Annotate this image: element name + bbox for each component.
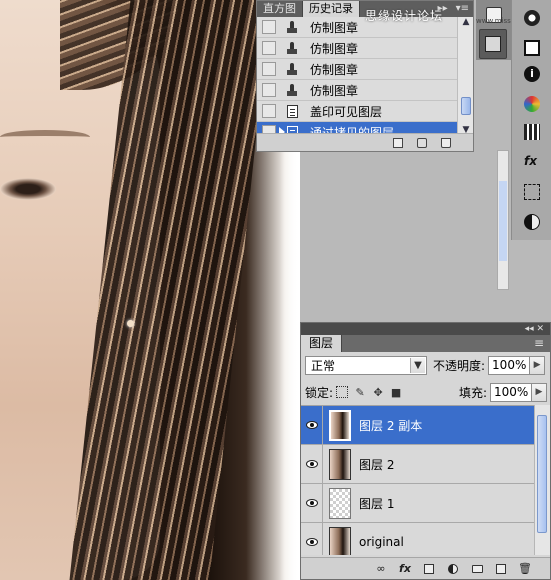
history-scrollbar[interactable]: ▲ ▼ bbox=[457, 17, 473, 135]
earring bbox=[127, 320, 134, 327]
watermark-text: 思缘设计论坛 bbox=[365, 9, 444, 23]
lock-all-icon[interactable]: ■ bbox=[390, 386, 402, 399]
blend-row: 正常 ▼ 不透明度: 100% ▶ bbox=[305, 355, 547, 375]
history-brush-source-checkbox[interactable] bbox=[262, 20, 276, 34]
history-brush-source-checkbox[interactable] bbox=[262, 62, 276, 76]
layer-row[interactable]: original bbox=[301, 522, 534, 555]
history-item-label: 仿制图章 bbox=[310, 62, 359, 77]
lock-move-icon[interactable]: ✥ bbox=[372, 386, 384, 399]
layers-scroll-thumb[interactable] bbox=[537, 415, 547, 533]
lock-label: 锁定: bbox=[305, 385, 334, 400]
trash-icon[interactable]: 🗑 bbox=[518, 562, 532, 576]
scroll-thumb[interactable] bbox=[499, 181, 507, 261]
clone-stamp-icon bbox=[284, 61, 300, 77]
lock-transparent-icon[interactable] bbox=[336, 386, 349, 398]
opacity-slider-toggle-icon[interactable]: ▶ bbox=[530, 355, 546, 375]
history-brush-source-checkbox[interactable] bbox=[262, 41, 276, 55]
layer-name: 图层 2 副本 bbox=[359, 418, 423, 433]
history-item-label: 盖印可见图层 bbox=[310, 104, 383, 119]
fill-label: 填充: bbox=[458, 385, 487, 400]
layer-name: 图层 1 bbox=[359, 496, 395, 511]
layer-row[interactable]: 图层 1 bbox=[301, 483, 534, 523]
fill-input[interactable]: 100% bbox=[490, 382, 532, 402]
layer-thumbnail bbox=[329, 448, 351, 480]
history-item[interactable]: 仿制图章 bbox=[257, 80, 459, 101]
tab-history[interactable]: 历史记录 bbox=[303, 1, 360, 17]
layer-thumbnail bbox=[329, 526, 351, 555]
group-folder-icon[interactable] bbox=[470, 562, 484, 576]
dock-right-column: i fx bbox=[511, 0, 551, 240]
layers-panel: ◂◂ ✕ 图层 ≡ 正常 ▼ 不透明度: 100% ▶ 锁定: ✎ ✥ ■ 填充… bbox=[300, 322, 551, 580]
history-item-label: 仿制图章 bbox=[310, 83, 359, 98]
panel-menu-icon[interactable]: ▾≡ bbox=[452, 1, 473, 17]
history-dock-button[interactable] bbox=[479, 29, 507, 59]
eyebrow bbox=[0, 130, 90, 144]
layer-row[interactable]: 图层 2 bbox=[301, 444, 534, 484]
navigator-icon[interactable] bbox=[520, 6, 544, 30]
opacity-input[interactable]: 100% bbox=[488, 355, 531, 375]
layers-footer: ∞ fx 🗑 bbox=[301, 557, 550, 579]
history-scroll-thumb[interactable] bbox=[461, 97, 471, 115]
layer-name: original bbox=[359, 535, 404, 549]
new-document-from-state-icon[interactable] bbox=[393, 137, 403, 148]
history-list: 仿制图章 仿制图章 仿制图章 仿制图章 盖印可见图层 通过拷贝的图层 bbox=[257, 17, 459, 143]
history-item-label: 仿制图章 bbox=[310, 41, 359, 56]
layer-name: 图层 2 bbox=[359, 457, 395, 472]
trash-icon[interactable] bbox=[441, 137, 451, 148]
layers-tabbar: 图层 ≡ bbox=[301, 335, 550, 352]
layer-row-selected[interactable]: 图层 2 副本 bbox=[301, 406, 534, 445]
link-icon[interactable]: ∞ bbox=[374, 562, 388, 576]
history-item[interactable]: 仿制图章 bbox=[257, 59, 459, 80]
color-icon[interactable]: i bbox=[520, 62, 544, 86]
styles-icon[interactable] bbox=[520, 120, 544, 144]
new-layer-icon[interactable] bbox=[494, 562, 508, 576]
eye bbox=[0, 178, 56, 200]
photo-canvas[interactable] bbox=[0, 0, 300, 580]
tab-histogram[interactable]: 直方图 bbox=[257, 1, 303, 17]
visibility-eye-icon[interactable] bbox=[301, 444, 323, 484]
layer-thumbnail bbox=[329, 487, 351, 519]
clone-stamp-icon bbox=[284, 19, 300, 35]
new-snapshot-icon[interactable] bbox=[417, 137, 427, 148]
layers-list: 图层 2 副本 图层 2 图层 1 original bbox=[301, 405, 534, 555]
transform-icon[interactable] bbox=[520, 180, 544, 204]
lock-row: 锁定: ✎ ✥ ■ 填充: 100% ▶ bbox=[305, 382, 547, 402]
opacity-label: 不透明度: bbox=[433, 358, 486, 373]
panel-menu-icon[interactable]: ≡ bbox=[528, 335, 550, 352]
adjustment-icon[interactable] bbox=[446, 562, 460, 576]
history-brush-source-checkbox[interactable] bbox=[262, 83, 276, 97]
lock-brush-icon[interactable]: ✎ bbox=[354, 386, 366, 399]
mask-icon[interactable] bbox=[422, 562, 436, 576]
tab-layers[interactable]: 图层 bbox=[301, 335, 343, 352]
document-icon bbox=[284, 103, 300, 119]
visibility-eye-icon[interactable] bbox=[301, 522, 323, 555]
masks-icon[interactable] bbox=[520, 210, 544, 234]
fill-slider-toggle-icon[interactable]: ▶ bbox=[532, 382, 547, 402]
clone-stamp-icon bbox=[284, 40, 300, 56]
layers-scrollbar[interactable] bbox=[534, 405, 550, 555]
panel-collapse-icon[interactable]: ◂◂ ✕ bbox=[301, 323, 550, 335]
blend-mode-value: 正常 bbox=[311, 358, 336, 373]
chevron-down-icon: ▼ bbox=[410, 357, 425, 373]
scroll-up-icon[interactable]: ▲ bbox=[461, 17, 471, 27]
history-item[interactable]: 仿制图章 bbox=[257, 38, 459, 59]
swatches-icon[interactable] bbox=[520, 92, 544, 116]
history-item-label: 仿制图章 bbox=[310, 20, 359, 35]
info-icon[interactable] bbox=[520, 36, 544, 60]
fx-icon[interactable]: fx bbox=[398, 562, 412, 576]
visibility-eye-icon[interactable] bbox=[301, 483, 323, 523]
fx-icon[interactable]: fx bbox=[520, 150, 544, 174]
layer-thumbnail bbox=[329, 409, 351, 441]
canvas-vertical-scrollbar[interactable] bbox=[497, 150, 509, 290]
history-item[interactable]: 盖印可见图层 bbox=[257, 101, 459, 122]
history-brush-source-checkbox[interactable] bbox=[262, 104, 276, 118]
history-icon bbox=[485, 36, 501, 52]
clone-stamp-icon bbox=[284, 82, 300, 98]
history-footer bbox=[257, 133, 473, 151]
visibility-eye-icon[interactable] bbox=[301, 406, 323, 445]
blend-mode-select[interactable]: 正常 ▼ bbox=[305, 355, 427, 375]
